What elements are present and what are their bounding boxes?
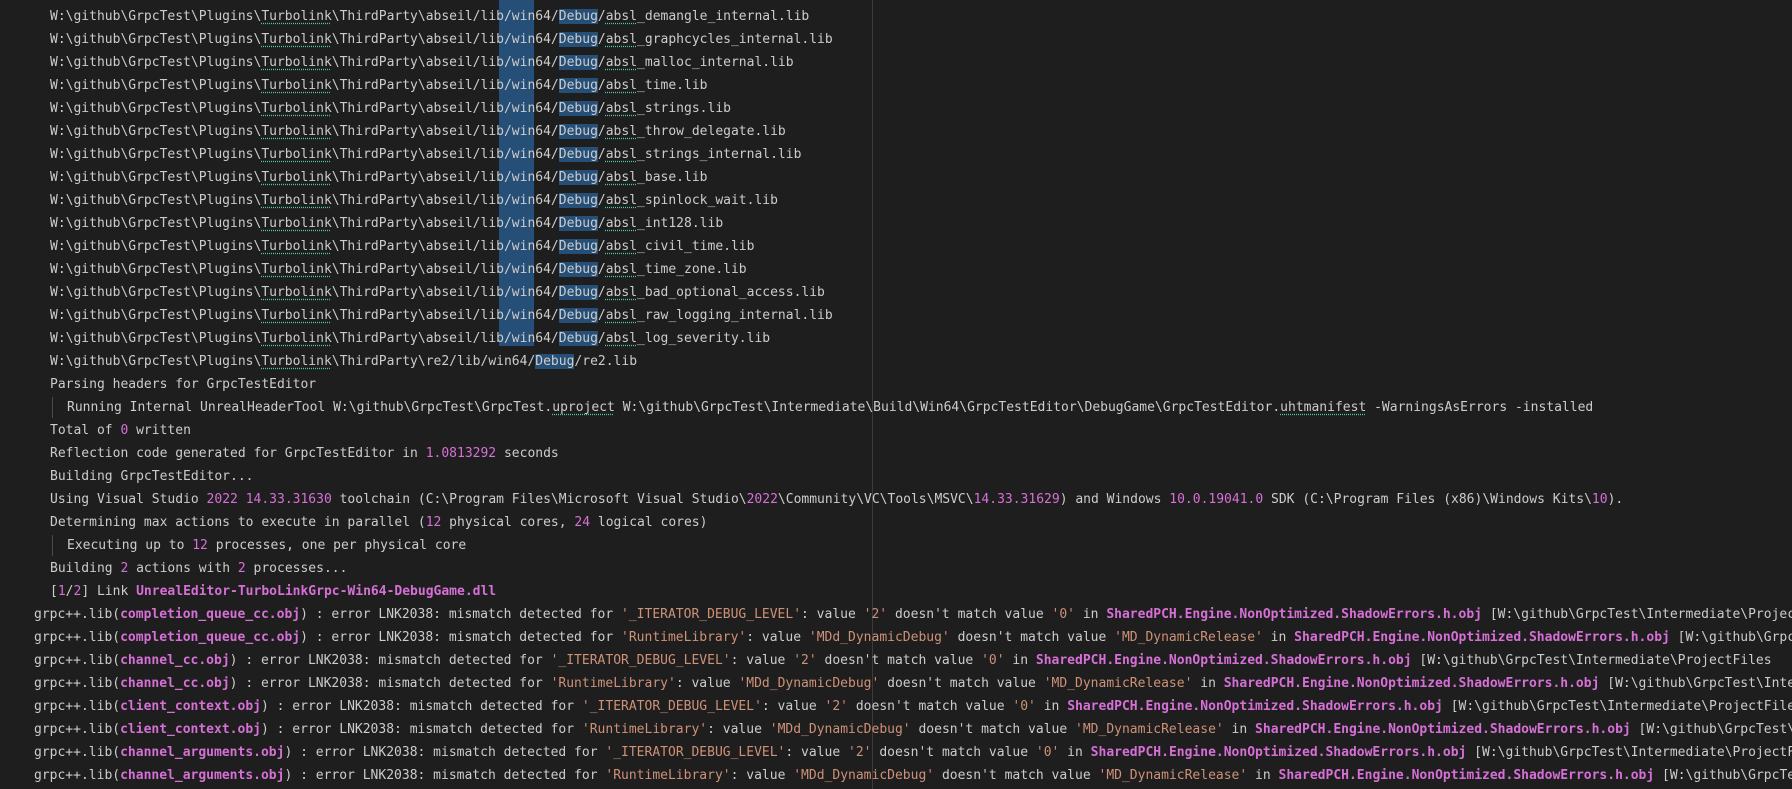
lib-line: W:\github\GrpcTest\Plugins\Turbolink\Thi…	[50, 147, 802, 162]
executing-line: Executing up to 12 processes, one per ph…	[67, 538, 467, 553]
lib-line: W:\github\GrpcTest\Plugins\Turbolink\Thi…	[50, 216, 724, 231]
lib-line: W:\github\GrpcTest\Plugins\Turbolink\Thi…	[50, 239, 755, 254]
uht-line: Running Internal UnrealHeaderTool W:\git…	[67, 400, 1594, 415]
lib-line: W:\github\GrpcTest\Plugins\Turbolink\Thi…	[50, 170, 708, 185]
error-line: grpc++.lib(channel_cc.obj) : error LNK20…	[34, 653, 1772, 668]
parsing-line: Parsing headers for GrpcTestEditor	[50, 377, 317, 392]
link-line: [1/2] Link UnrealEditor-TurboLinkGrpc-Wi…	[50, 584, 497, 599]
error-line: grpc++.lib(completion_queue_cc.obj) : er…	[34, 630, 1792, 645]
tree-guide	[52, 535, 53, 556]
lib-line: W:\github\GrpcTest\Plugins\Turbolink\Thi…	[50, 308, 833, 323]
lib-line: W:\github\GrpcTest\Plugins\Turbolink\Thi…	[50, 101, 731, 116]
toolchain-line: Using Visual Studio 2022 14.33.31630 too…	[50, 492, 1624, 507]
determining-line: Determining max actions to execute in pa…	[50, 515, 708, 530]
lib-line: W:\github\GrpcTest\Plugins\Turbolink\Thi…	[50, 262, 747, 277]
lib-line: W:\github\GrpcTest\Plugins\Turbolink\Thi…	[50, 285, 825, 300]
error-line: grpc++.lib(channel_arguments.obj) : erro…	[34, 745, 1792, 760]
building-actions-line: Building 2 actions with 2 processes...	[50, 561, 348, 576]
error-line: grpc++.lib(channel_arguments.obj) : erro…	[34, 768, 1792, 783]
error-line: grpc++.lib(client_context.obj) : error L…	[34, 699, 1792, 714]
lib-line: W:\github\GrpcTest\Plugins\Turbolink\Thi…	[50, 55, 794, 70]
error-line: grpc++.lib(client_context.obj) : error L…	[34, 722, 1792, 737]
lib-line: W:\github\GrpcTest\Plugins\Turbolink\Thi…	[50, 331, 771, 346]
lib-line: W:\github\GrpcTest\Plugins\Turbolink\Thi…	[50, 9, 810, 24]
lib-line: W:\github\GrpcTest\Plugins\Turbolink\Thi…	[50, 193, 778, 208]
error-line: grpc++.lib(channel_cc.obj) : error LNK20…	[34, 676, 1792, 691]
building-line: Building GrpcTestEditor...	[50, 469, 254, 484]
lib-line: W:\github\GrpcTest\Plugins\Turbolink\Thi…	[50, 32, 833, 47]
lib-line-re2: W:\github\GrpcTest\Plugins\Turbolink\Thi…	[50, 354, 638, 369]
reflection-line: Reflection code generated for GrpcTestEd…	[50, 446, 559, 461]
terminal-output[interactable]: W:\github\GrpcTest\Plugins\Turbolink\Thi…	[0, 0, 1792, 789]
total-line: Total of 0 written	[50, 423, 191, 438]
lib-line: W:\github\GrpcTest\Plugins\Turbolink\Thi…	[50, 78, 708, 93]
lib-line: W:\github\GrpcTest\Plugins\Turbolink\Thi…	[50, 124, 786, 139]
tree-guide	[52, 397, 53, 418]
error-line: grpc++.lib(completion_queue_cc.obj) : er…	[34, 607, 1792, 622]
